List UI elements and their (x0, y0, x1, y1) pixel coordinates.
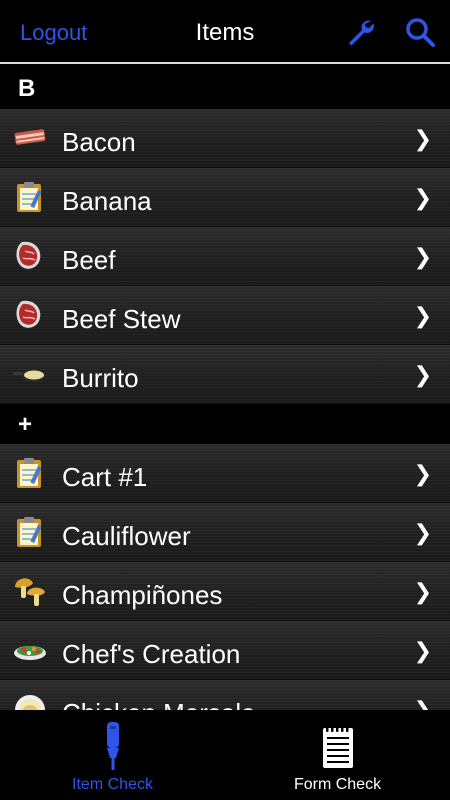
chevron-right-icon: ❯ (413, 638, 432, 663)
thermometer-probe-icon (107, 722, 119, 770)
list-item-banana[interactable]: Banana ❯ (0, 168, 450, 227)
chevron-right-icon: ❯ (413, 244, 432, 269)
chevron-right-icon: ❯ (413, 579, 432, 604)
search-icon[interactable] (404, 16, 436, 48)
list-item-chicken-marsala[interactable]: Chicken Marsala ❯ (0, 680, 450, 710)
plate-icon (15, 695, 45, 710)
meat-icon (16, 300, 41, 328)
section-header-b: B (0, 64, 450, 109)
item-label: Champiñones (62, 580, 223, 610)
top-bar: Logout Items (0, 0, 450, 64)
list-item-champinones[interactable]: Champiñones ❯ (0, 562, 450, 621)
item-label: Beef Stew (62, 304, 181, 334)
bottom-tab-bar: Item Check Form Check (0, 710, 450, 800)
item-list[interactable]: B Bacon ❯ Banana ❯ Beef ❯ Beef Stew ❯ Bu… (0, 64, 450, 710)
clipboard-icon (17, 517, 42, 547)
item-label: Beef (62, 245, 116, 275)
tab-label: Item Check (72, 776, 153, 793)
chevron-right-icon: ❯ (413, 126, 432, 151)
item-label: Burrito (62, 363, 139, 393)
clipboard-icon (17, 182, 42, 212)
list-item-bacon[interactable]: Bacon ❯ (0, 109, 450, 168)
tab-label: Form Check (293, 776, 382, 793)
list-item-burrito[interactable]: Burrito ❯ (0, 345, 450, 404)
item-label: Chef's Creation (62, 639, 241, 669)
list-item-cart-1[interactable]: Cart #1 ❯ (0, 444, 450, 503)
section-label: B (18, 75, 36, 102)
list-item-beef[interactable]: Beef ❯ (0, 227, 450, 286)
item-label: Bacon (62, 127, 136, 157)
chevron-right-icon: ❯ (413, 520, 432, 545)
chevron-right-icon: ❯ (413, 461, 432, 486)
clipboard-icon (17, 458, 42, 488)
list-item-beef-stew[interactable]: Beef Stew ❯ (0, 286, 450, 345)
wrench-icon[interactable] (344, 16, 376, 48)
mushroom-icon (15, 578, 45, 606)
chevron-right-icon: ❯ (413, 697, 432, 710)
item-label: Cauliflower (62, 521, 191, 551)
item-label: Cart #1 (62, 462, 148, 492)
page-title: Items (195, 19, 255, 46)
salad-icon (14, 646, 46, 660)
item-label: Banana (62, 186, 152, 216)
notepad-icon (323, 724, 353, 768)
item-label: Chicken Marsala (62, 698, 256, 710)
chevron-right-icon: ❯ (413, 185, 432, 210)
bacon-icon (14, 129, 46, 145)
list-item-chefs-creation[interactable]: Chef's Creation ❯ (0, 621, 450, 680)
chevron-right-icon: ❯ (413, 362, 432, 387)
list-item-cauliflower[interactable]: Cauliflower ❯ (0, 503, 450, 562)
section-header-plus: + (0, 404, 450, 444)
chevron-right-icon: ❯ (413, 303, 432, 328)
tab-form-check[interactable]: Form Check (225, 710, 450, 800)
section-label: + (18, 411, 33, 438)
tab-item-check[interactable]: Item Check (0, 710, 225, 800)
meat-icon (16, 241, 41, 269)
frying-pan-icon (13, 370, 46, 382)
